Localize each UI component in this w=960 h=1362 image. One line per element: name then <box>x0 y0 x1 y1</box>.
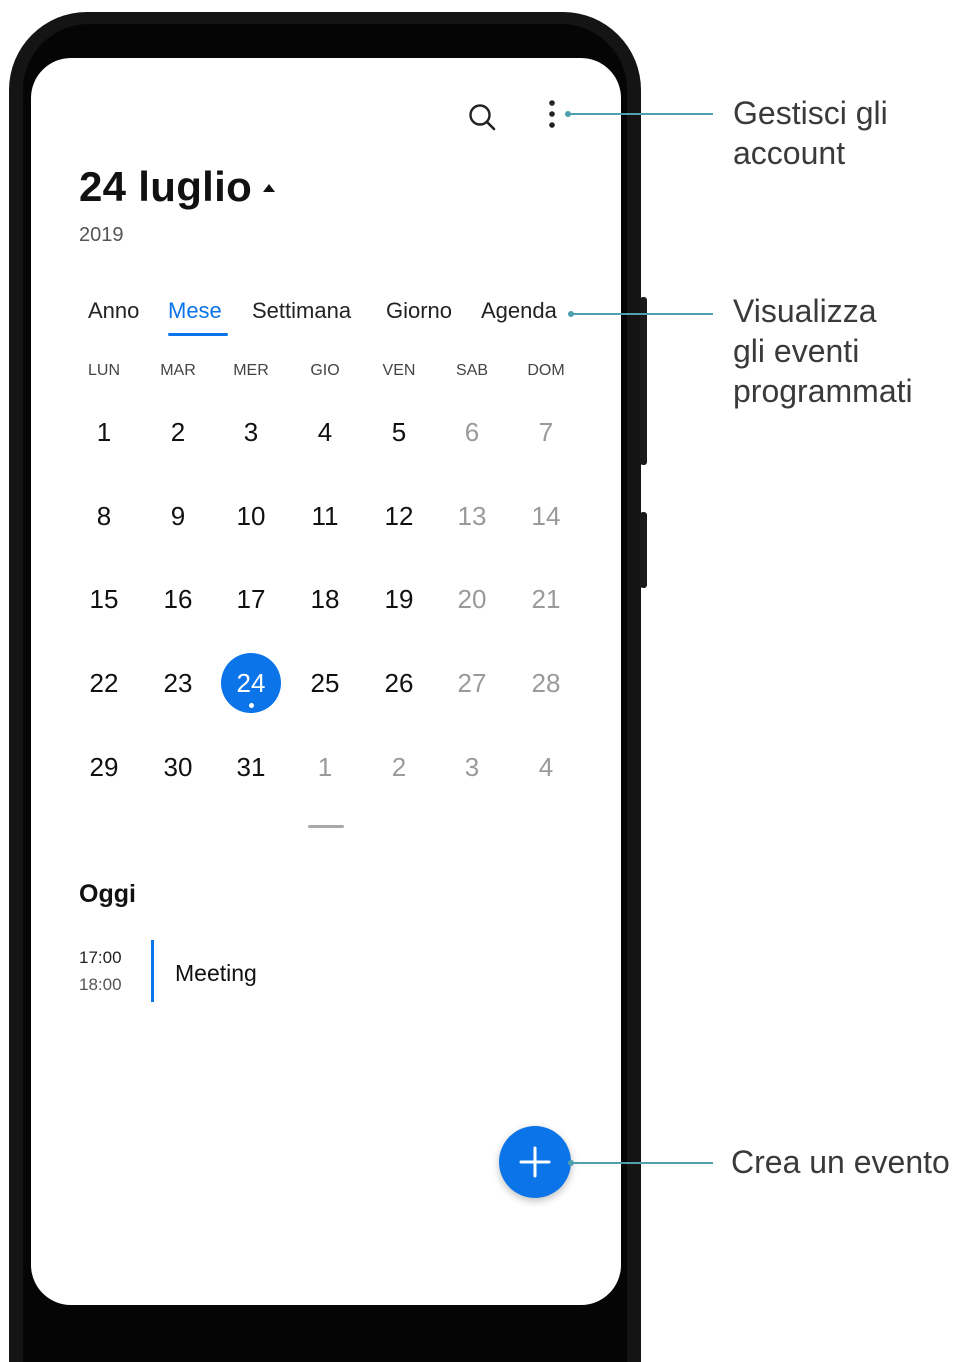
day-cell[interactable]: 2 <box>369 737 429 797</box>
day-cell[interactable]: 12 <box>369 486 429 546</box>
callout-create-text: Crea un evento <box>731 1144 950 1180</box>
event-end-time: 18:00 <box>79 975 122 994</box>
active-tab-indicator <box>168 333 228 336</box>
event-title: Meeting <box>175 960 257 986</box>
day-cell[interactable]: 1 <box>74 402 134 462</box>
weekday-label: GIO <box>310 362 340 379</box>
day-cell[interactable]: 3 <box>221 402 281 462</box>
day-cell[interactable]: 2 <box>148 402 208 462</box>
day-cell[interactable]: 6 <box>442 402 502 462</box>
tab-settimana[interactable]: Settimana <box>252 298 351 324</box>
year-label: 2019 <box>79 224 124 246</box>
day-cell[interactable]: 15 <box>74 569 134 629</box>
view-tabs: Anno Mese Settimana Giorno Agenda <box>31 298 621 338</box>
weekday-label: MER <box>233 362 269 379</box>
day-cell[interactable]: 13 <box>442 486 502 546</box>
callout-accounts-line <box>568 113 713 115</box>
day-cell[interactable]: 5 <box>369 402 429 462</box>
day-cell[interactable]: 17 <box>221 569 281 629</box>
day-cell[interactable]: 22 <box>74 653 134 713</box>
day-cell[interactable]: 29 <box>74 737 134 797</box>
day-cell[interactable]: 27 <box>442 653 502 713</box>
day-cell[interactable]: 25 <box>295 653 355 713</box>
weekday-label: VEN <box>382 362 416 379</box>
weekday-label: SAB <box>455 362 488 379</box>
callout-events-text: Visualizza gli eventi programmati <box>733 293 913 409</box>
event-start-time: 17:00 <box>79 948 122 967</box>
today-day-cell[interactable]: 24 <box>221 653 281 713</box>
day-cell[interactable]: 28 <box>516 653 576 713</box>
tab-giorno[interactable]: Giorno <box>386 298 452 324</box>
event-color-bar <box>151 940 154 1002</box>
day-cell[interactable]: 8 <box>74 486 134 546</box>
day-cell[interactable]: 31 <box>221 737 281 797</box>
day-cell[interactable]: 14 <box>516 486 576 546</box>
weekday-label: MAR <box>160 362 196 379</box>
day-cell[interactable]: 4 <box>295 402 355 462</box>
plus-icon <box>519 1146 551 1178</box>
day-cell[interactable]: 21 <box>516 569 576 629</box>
more-vertical-icon[interactable] <box>545 98 559 132</box>
day-cell[interactable]: 9 <box>148 486 208 546</box>
day-cell[interactable]: 26 <box>369 653 429 713</box>
day-cell[interactable]: 10 <box>221 486 281 546</box>
calendar-screen: 24 luglio 2019 Anno Mese Settimana Giorn… <box>31 58 621 1305</box>
day-cell[interactable]: 20 <box>442 569 502 629</box>
day-cell[interactable]: 18 <box>295 569 355 629</box>
today-heading: Oggi <box>79 880 136 908</box>
day-cell[interactable]: 7 <box>516 402 576 462</box>
day-cell[interactable]: 16 <box>148 569 208 629</box>
weekday-label: LUN <box>87 362 120 379</box>
callout-accounts-text: Gestisci gli account <box>733 95 888 171</box>
volume-button <box>640 297 647 465</box>
add-event-button[interactable] <box>499 1126 571 1198</box>
day-cell[interactable]: 11 <box>295 486 355 546</box>
tab-mese[interactable]: Mese <box>168 298 222 324</box>
day-cell[interactable]: 1 <box>295 737 355 797</box>
day-cell[interactable]: 4 <box>516 737 576 797</box>
day-cell[interactable]: 23 <box>148 653 208 713</box>
callout-events-line <box>571 313 713 315</box>
tab-anno[interactable]: Anno <box>88 298 139 324</box>
day-cell[interactable]: 19 <box>369 569 429 629</box>
power-button <box>640 512 647 588</box>
callout-create-line <box>571 1162 713 1164</box>
day-cell[interactable]: 3 <box>442 737 502 797</box>
search-icon[interactable] <box>467 102 497 132</box>
caret-up-icon[interactable] <box>263 184 275 192</box>
drag-handle[interactable] <box>308 825 344 828</box>
tab-agenda[interactable]: Agenda <box>481 298 557 324</box>
date-title[interactable]: 24 luglio <box>79 163 252 211</box>
day-cell[interactable]: 30 <box>148 737 208 797</box>
weekday-label: DOM <box>527 362 565 379</box>
event-indicator-dot <box>249 703 254 708</box>
